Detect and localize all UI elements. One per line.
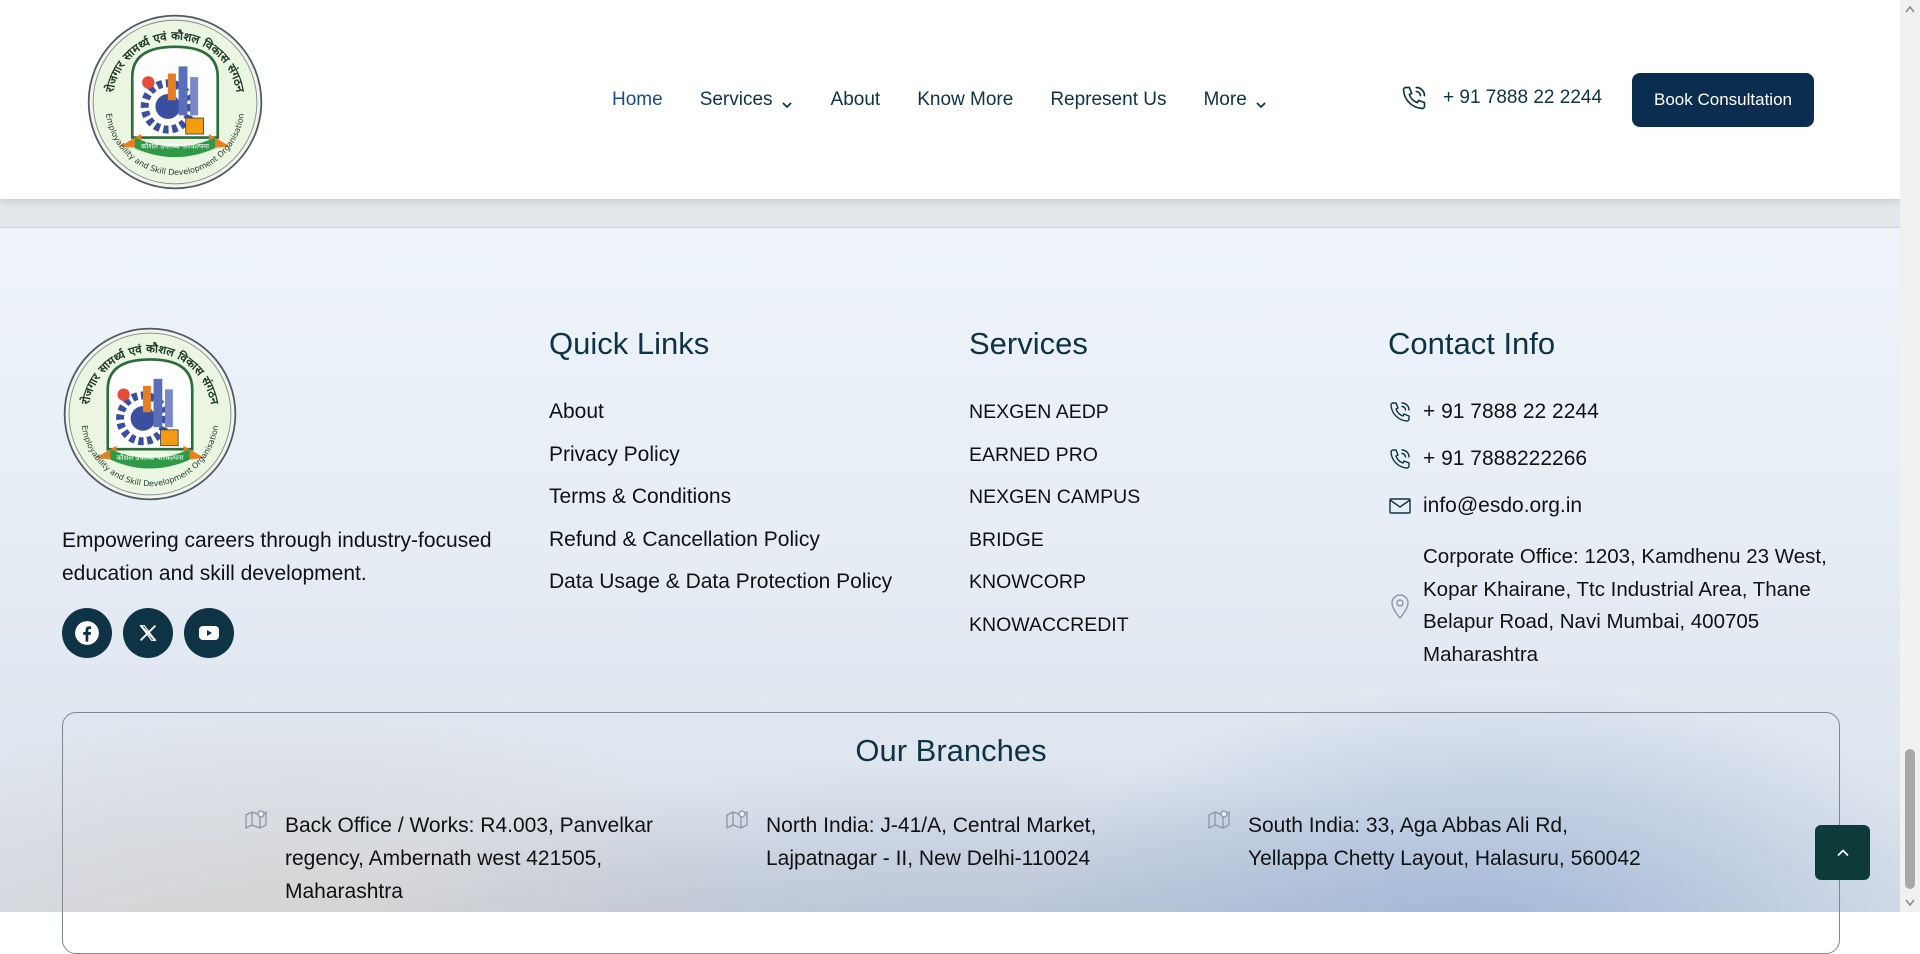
footer-logo[interactable]: कौशल उपलब्ध परिकल्पना रोजगार सामर्थ्य एव… <box>62 326 238 502</box>
nav-item-label: About <box>830 89 881 110</box>
x-twitter-icon[interactable] <box>123 608 173 658</box>
nav-item-label: More <box>1203 89 1247 110</box>
service-link[interactable]: EARNED PRO <box>969 443 1140 486</box>
branch-south-india: South India: 33, Aga Abbas Ali Rd, Yella… <box>1207 809 1648 875</box>
facebook-icon[interactable] <box>62 608 112 658</box>
nav-item-label: Services <box>699 89 773 110</box>
contact-phone-1[interactable]: + 91 7888 22 2244 <box>1388 400 1848 424</box>
contact-info-heading: Contact Info <box>1388 326 1556 361</box>
nav-item-know-more[interactable]: Know More <box>917 86 1013 114</box>
site-logo[interactable]: कौशल उपलब्ध परिकल्पना रोजगार सामर्थ्य एव… <box>86 13 264 191</box>
branch-back-office: Back Office / Works: R4.003, Panvelkar r… <box>244 809 685 908</box>
phone-icon <box>1388 400 1412 424</box>
branch-north-india: North India: J-41/A, Central Market, Laj… <box>725 809 1166 875</box>
service-link[interactable]: NEXGEN AEDP <box>969 400 1140 443</box>
scroll-down-arrow-icon[interactable] <box>1900 894 1920 912</box>
quick-link[interactable]: Refund & Cancellation Policy <box>549 528 892 571</box>
service-link[interactable]: KNOWCORP <box>969 570 1140 613</box>
mail-icon <box>1388 494 1412 518</box>
quick-link[interactable]: Privacy Policy <box>549 443 892 486</box>
phone-icon <box>1400 84 1428 112</box>
scrollbar-thumb[interactable] <box>1905 749 1915 889</box>
map-pin-icon <box>244 808 268 832</box>
book-consultation-button[interactable]: Book Consultation <box>1632 73 1814 127</box>
quick-link[interactable]: Data Usage & Data Protection Policy <box>549 570 892 613</box>
contact-address: Corporate Office: 1203, Kamdhenu 23 West… <box>1388 541 1848 671</box>
site-header: कौशल उपलब्ध परिकल्पना रोजगार सामर्थ्य एव… <box>0 0 1900 199</box>
services-heading: Services <box>969 326 1088 361</box>
nav-item-label: Know More <box>917 89 1014 110</box>
nav-item-label: Home <box>612 89 663 110</box>
quick-link[interactable]: About <box>549 400 892 443</box>
svg-text:कौशल उपलब्ध परिकल्पना: कौशल उपलब्ध परिकल्पना <box>141 141 209 150</box>
phone-icon <box>1388 447 1412 471</box>
nav-item-home[interactable]: Home <box>612 86 663 114</box>
footer-tagline: Empowering careers through industry-focu… <box>62 529 492 585</box>
contact-phone-2[interactable]: + 91 7888222266 <box>1388 447 1848 471</box>
our-branches-heading: Our Branches <box>855 733 1047 768</box>
scroll-up-arrow-icon[interactable] <box>1900 0 1920 18</box>
social-links <box>62 608 234 658</box>
service-link[interactable]: KNOWACCREDIT <box>969 613 1140 656</box>
site-footer: कौशल उपलब्ध परिकल्पना रोजगार सामर्थ्य एव… <box>0 228 1900 954</box>
service-link[interactable]: NEXGEN CAMPUS <box>969 485 1140 528</box>
nav-item-services[interactable]: Services <box>700 86 794 114</box>
chevron-down-icon <box>1254 93 1268 109</box>
scroll-to-top-button[interactable] <box>1815 825 1870 880</box>
contact-info: + 91 7888 22 2244 + 91 7888222266 info@e… <box>1388 400 1848 671</box>
nav-item-label: Represent Us <box>1050 89 1167 110</box>
our-branches-box: Our Branches Back Office / Works: R4.003… <box>62 712 1840 954</box>
header-phone-number: + 91 7888 22 2244 <box>1443 87 1603 108</box>
nav-item-about[interactable]: About <box>831 86 881 114</box>
quick-links-list: About Privacy Policy Terms & Conditions Ref… <box>549 400 892 613</box>
chevron-up-icon <box>1836 848 1849 856</box>
main-nav: Home Services About Know More Represent Us Mo… <box>612 86 1305 114</box>
header-phone[interactable]: + 91 7888 22 2244 <box>1400 84 1602 112</box>
service-link[interactable]: BRIDGE <box>969 528 1140 571</box>
quick-links-heading: Quick Links <box>549 326 710 361</box>
nav-item-represent-us[interactable]: Represent Us <box>1050 86 1166 114</box>
nav-item-more[interactable]: More <box>1203 86 1267 114</box>
svg-text:कौशल उपलब्ध परिकल्पना: कौशल उपलब्ध परिकल्पना <box>116 453 183 462</box>
quick-link[interactable]: Terms & Conditions <box>549 485 892 528</box>
contact-email[interactable]: info@esdo.org.in <box>1388 494 1848 518</box>
youtube-icon[interactable] <box>184 608 234 658</box>
map-pin-icon <box>725 808 749 832</box>
location-pin-icon <box>1388 592 1412 620</box>
page-scrollbar[interactable] <box>1900 0 1920 912</box>
map-pin-icon <box>1207 808 1231 832</box>
section-divider-strip <box>0 199 1900 228</box>
services-list: NEXGEN AEDP EARNED PRO NEXGEN CAMPUS BRIDGE… <box>969 400 1140 655</box>
chevron-down-icon <box>780 93 794 109</box>
